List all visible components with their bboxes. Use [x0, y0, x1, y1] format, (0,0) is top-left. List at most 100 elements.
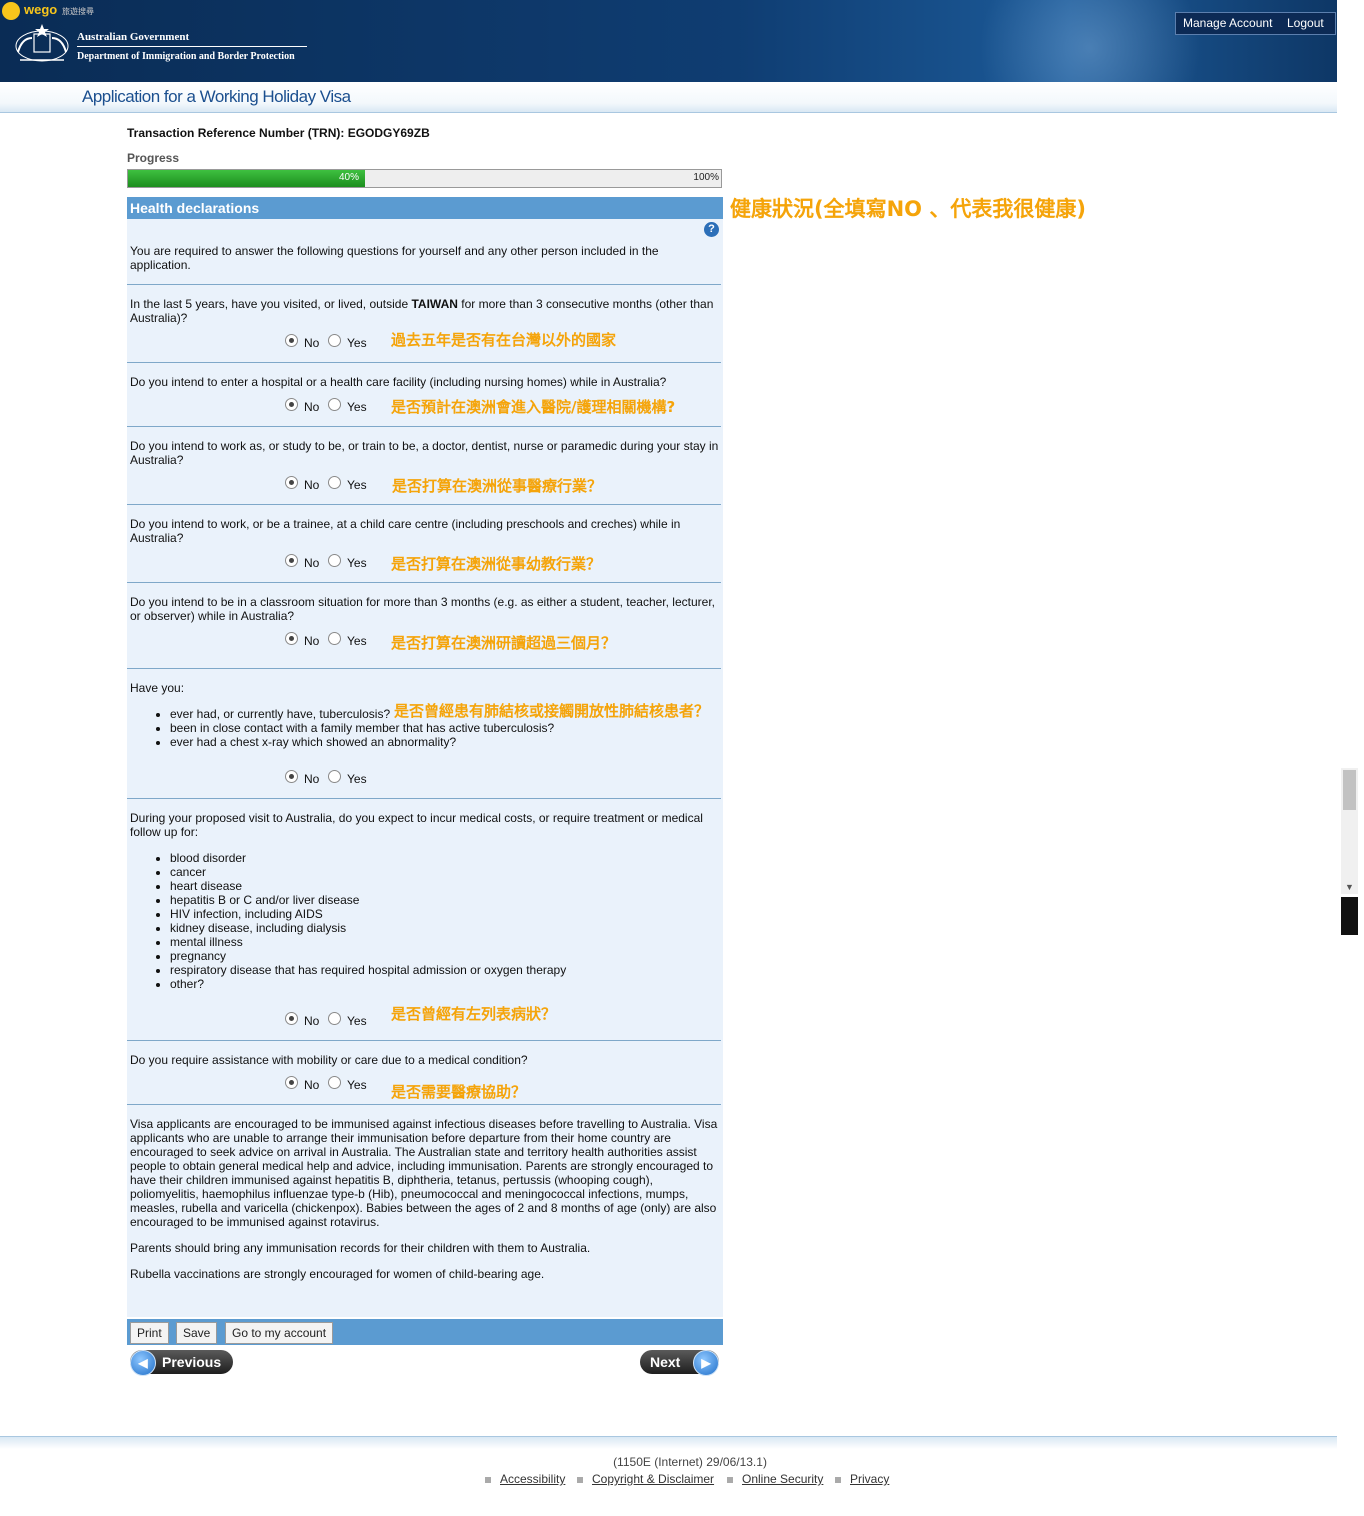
version-text: (1150E (Internet) 29/06/13.1): [613, 1455, 767, 1469]
save-button[interactable]: Save: [176, 1322, 218, 1344]
progress-value: 40%: [339, 172, 360, 183]
question-8-yes-radio[interactable]: [328, 1076, 341, 1089]
side-panel-tab: [1341, 897, 1358, 935]
divider: [127, 668, 721, 669]
progress-bar: 40% 100%: [127, 169, 722, 188]
question-6-yes-radio[interactable]: [328, 770, 341, 783]
section-header: Health declarations: [127, 197, 723, 219]
question-3-yes-radio[interactable]: [328, 476, 341, 489]
section-title: Health declarations: [130, 200, 260, 216]
accessibility-link[interactable]: Accessibility: [500, 1472, 565, 1486]
annotation-q6: 是否曾經患有肺結核或接觸開放性肺結核患者？: [394, 702, 710, 720]
no-label: No: [304, 478, 320, 492]
yes-label: Yes: [347, 772, 367, 786]
list-item: heart disease: [170, 879, 566, 893]
page-title: Application for a Working Holiday Visa: [82, 87, 351, 106]
immunisation-records-info: Parents should bring any immunisation re…: [130, 1241, 591, 1255]
question-8-no-radio[interactable]: [285, 1076, 298, 1089]
bullet-icon: [835, 1477, 841, 1483]
annotation-q8: 是否需要醫療協助？: [391, 1083, 527, 1101]
question-3-no-radio[interactable]: [285, 476, 298, 489]
go-to-account-button[interactable]: Go to my account: [225, 1322, 334, 1344]
question-2-no-radio[interactable]: [285, 398, 298, 411]
yes-label: Yes: [347, 336, 367, 350]
print-button[interactable]: Print: [130, 1322, 169, 1344]
question-1-yes-radio[interactable]: [328, 334, 341, 347]
divider: [127, 284, 721, 285]
no-label: No: [304, 634, 320, 648]
yes-label: Yes: [347, 634, 367, 648]
progress-fill: [128, 170, 365, 187]
question-6-no-radio[interactable]: [285, 770, 298, 783]
next-button[interactable]: Next ▶: [640, 1350, 719, 1376]
no-label: No: [304, 336, 320, 350]
no-label: No: [304, 556, 320, 570]
intro-text: You are required to answer the following…: [130, 244, 659, 272]
yes-label: Yes: [347, 1078, 367, 1092]
conditions-list: blood disorder cancer heart disease hepa…: [130, 851, 566, 991]
copyright-link[interactable]: Copyright & Disclaimer: [592, 1472, 714, 1486]
bullet-icon: [577, 1477, 583, 1483]
trn-label: Transaction Reference Number (TRN): EGOD…: [127, 126, 430, 140]
divider: [127, 362, 721, 363]
footer-divider: [0, 1436, 1337, 1449]
divider: [127, 1040, 721, 1041]
annotation-q2: 是否預計在澳洲會進入醫院/護理相關機構?: [391, 398, 676, 416]
question-6: Have you:: [130, 681, 185, 695]
question-7-yes-radio[interactable]: [328, 1012, 341, 1025]
question-7-no-radio[interactable]: [285, 1012, 298, 1025]
progress-label: Progress: [127, 151, 180, 165]
annotation-q3: 是否打算在澳洲從事醫療行業？: [392, 477, 603, 495]
rubella-info: Rubella vaccinations are strongly encour…: [130, 1267, 545, 1281]
privacy-link[interactable]: Privacy: [850, 1472, 889, 1486]
yes-label: Yes: [347, 556, 367, 570]
question-1-country: TAIWAN: [411, 297, 458, 311]
list-item: blood disorder: [170, 851, 566, 865]
manage-account-link[interactable]: Manage Account: [1183, 16, 1272, 30]
question-1-no-radio[interactable]: [285, 334, 298, 347]
no-label: No: [304, 400, 320, 414]
list-item: been in close contact with a family memb…: [170, 721, 554, 735]
list-item: HIV infection, including AIDS: [170, 907, 566, 921]
yes-label: Yes: [347, 1014, 367, 1028]
annotation-main: 健康狀況(全填寫NO 、代表我很健康): [730, 197, 1086, 221]
bullet-icon: [727, 1477, 733, 1483]
list-item: mental illness: [170, 935, 566, 949]
online-security-link[interactable]: Online Security: [742, 1472, 823, 1486]
question-5-no-radio[interactable]: [285, 632, 298, 645]
gov-name: Australian Government: [77, 31, 190, 43]
question-3: Do you intend to work as, or study to be…: [130, 439, 719, 467]
question-4-yes-radio[interactable]: [328, 554, 341, 567]
divider: [127, 426, 721, 427]
question-1: In the last 5 years, have you visited, o…: [130, 297, 722, 325]
coat-of-arms-icon: [15, 24, 69, 62]
wego-logo-subtext: 旅遊搜尋: [62, 7, 94, 16]
divider: [127, 798, 721, 799]
no-label: No: [304, 1014, 320, 1028]
annotation-q4: 是否打算在澳洲從事幼教行業？: [391, 555, 602, 573]
divider: [127, 504, 721, 505]
annotation-q5: 是否打算在澳洲研讀超過三個月？: [391, 634, 617, 652]
question-2-yes-radio[interactable]: [328, 398, 341, 411]
wego-logo-text: wego: [24, 2, 58, 17]
question-5-yes-radio[interactable]: [328, 632, 341, 645]
progress-max: 100%: [693, 172, 719, 183]
previous-button[interactable]: ◀ Previous: [130, 1350, 233, 1376]
list-item: hepatitis B or C and/or liver disease: [170, 893, 566, 907]
yes-label: Yes: [347, 478, 367, 492]
previous-label: Previous: [162, 1354, 222, 1370]
question-8: Do you require assistance with mobility …: [130, 1053, 528, 1067]
site-header: wego 旅遊搜尋 Australian Government Departme…: [0, 0, 1337, 82]
annotation-q7: 是否曾經有左列表病狀？: [391, 1005, 557, 1023]
next-label: Next: [650, 1354, 681, 1370]
divider: [127, 582, 721, 583]
account-links: Manage Account Logout: [1175, 12, 1336, 35]
help-icon[interactable]: ?: [704, 222, 719, 237]
logout-link[interactable]: Logout: [1287, 16, 1324, 30]
scrollbar-thumb[interactable]: [1343, 770, 1356, 810]
scroll-down-icon[interactable]: ▼: [1345, 882, 1354, 892]
question-1-text: In the last 5 years, have you visited, o…: [130, 297, 412, 311]
list-item: cancer: [170, 865, 566, 879]
no-label: No: [304, 772, 320, 786]
question-4-no-radio[interactable]: [285, 554, 298, 567]
